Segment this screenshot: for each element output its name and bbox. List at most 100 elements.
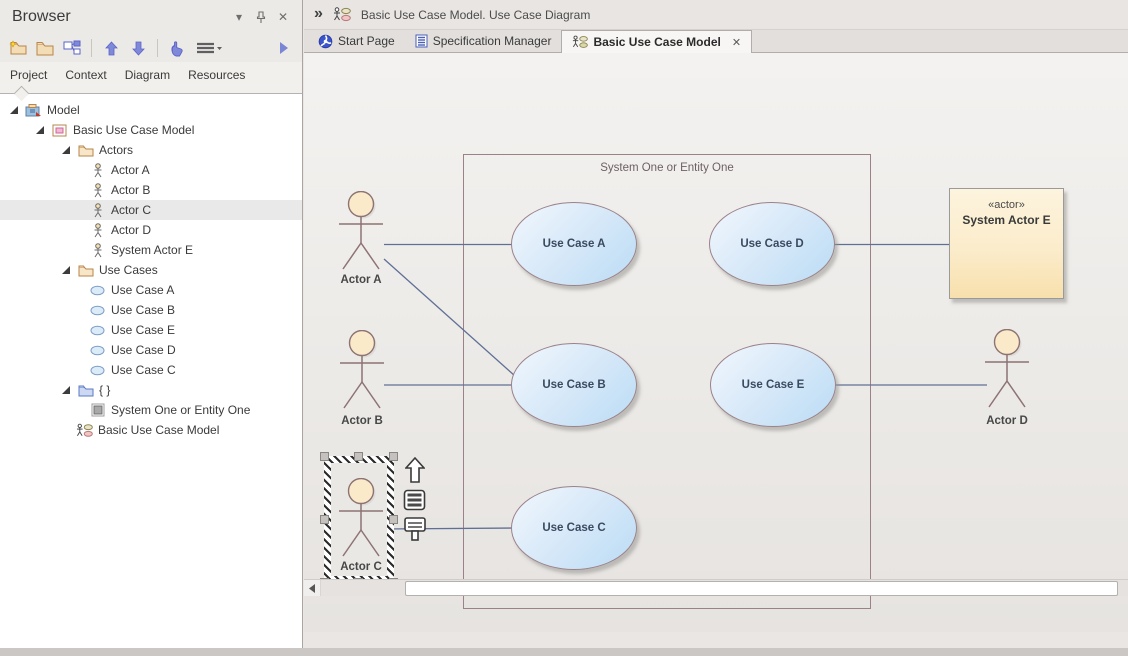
resize-handle-nw[interactable]: [320, 452, 329, 461]
tree-item-label: Basic Use Case Model: [98, 423, 219, 437]
panel-pin-icon[interactable]: [250, 7, 272, 27]
resize-handle-w[interactable]: [320, 515, 329, 524]
tree-item-label: Model: [47, 103, 80, 117]
scroll-left-button[interactable]: [304, 580, 321, 596]
doc-tab-specification-manager[interactable]: Specification Manager: [405, 30, 562, 52]
tree-item-use-case-diagram[interactable]: Basic Use Case Model: [0, 420, 302, 440]
use-case-icon: [89, 325, 106, 336]
tree-item-label: Actors: [99, 143, 133, 157]
tab-close-icon[interactable]: ✕: [732, 36, 741, 49]
new-package-button[interactable]: [33, 37, 57, 59]
actor-icon: [89, 163, 106, 178]
use-case-d-node[interactable]: Use Case D: [709, 202, 835, 286]
document-area: » Basic Use Case Model. Use Case Diagram…: [304, 0, 1128, 656]
browser-panel: Browser ▾ ✕: [0, 0, 303, 648]
scrollbar-thumb[interactable]: [405, 581, 1118, 596]
expand-triangle-icon[interactable]: [34, 126, 46, 134]
expand-triangle-icon[interactable]: [8, 106, 20, 114]
tree-item-actor-b[interactable]: Actor B: [0, 180, 302, 200]
doc-tab-start-page[interactable]: Start Page: [308, 30, 405, 52]
tree-item-use-cases-folder[interactable]: Use Cases: [0, 260, 302, 280]
tree-item-use-case-c[interactable]: Use Case C: [0, 360, 302, 380]
folder-icon: [77, 144, 94, 157]
use-case-icon: [89, 305, 106, 316]
tree-item-model[interactable]: Model: [0, 100, 302, 120]
toolbar-separator: [91, 39, 92, 57]
system-actor-e-node[interactable]: «actor» System Actor E: [949, 188, 1064, 299]
doc-tab-basic-use-case-model[interactable]: Basic Use Case Model ✕: [561, 30, 752, 53]
tree-item-braces-folder[interactable]: { }: [0, 380, 302, 400]
boundary-label: System One or Entity One: [464, 162, 870, 174]
tree-item-system-actor-e[interactable]: System Actor E: [0, 240, 302, 260]
chevron-double-icon[interactable]: »: [314, 5, 323, 23]
locate-button[interactable]: [165, 37, 189, 59]
browser-nav-tabs: Project Context Diagram Resources: [0, 62, 302, 94]
actor-b-node[interactable]: [338, 330, 386, 410]
tab-resources[interactable]: Resources: [188, 68, 245, 86]
use-case-a-node[interactable]: Use Case A: [511, 202, 637, 286]
use-case-label: Use Case C: [542, 522, 605, 534]
use-case-e-node[interactable]: Use Case E: [710, 343, 836, 427]
enterprise-architect-window: Browser ▾ ✕: [0, 0, 1128, 656]
new-diagram-button[interactable]: [60, 37, 84, 59]
tree-item-label: Use Case C: [111, 363, 176, 377]
breadcrumb-bar: » Basic Use Case Model. Use Case Diagram: [304, 0, 1128, 30]
tab-project[interactable]: Project: [10, 68, 47, 86]
tree-item-label: Actor D: [111, 223, 151, 237]
expand-right-icon[interactable]: [272, 37, 296, 59]
horizontal-scrollbar[interactable]: [304, 579, 1128, 596]
browser-panel-header: Browser ▾ ✕: [0, 0, 302, 34]
tree-item-use-case-e[interactable]: Use Case E: [0, 320, 302, 340]
expand-triangle-icon[interactable]: [60, 146, 72, 154]
tab-diagram[interactable]: Diagram: [125, 68, 170, 86]
actor-a-node[interactable]: [337, 191, 385, 271]
doc-tab-label: Start Page: [338, 34, 395, 48]
tree-item-label: Use Cases: [99, 263, 158, 277]
resize-handle-ne[interactable]: [389, 452, 398, 461]
expand-triangle-icon[interactable]: [60, 266, 72, 274]
expand-triangle-icon[interactable]: [60, 386, 72, 394]
actor-icon: [89, 203, 106, 218]
tree-item-system-one[interactable]: System One or Entity One: [0, 400, 302, 420]
stereotype-label: «actor»: [950, 199, 1063, 211]
use-case-icon: [89, 365, 106, 376]
resize-handle-e[interactable]: [389, 515, 398, 524]
use-case-c-node[interactable]: Use Case C: [511, 486, 637, 570]
diagram-canvas[interactable]: System One or Entity One Use Case A Use …: [304, 53, 1128, 632]
toolbar-separator: [157, 39, 158, 57]
tree-item-use-case-d[interactable]: Use Case D: [0, 340, 302, 360]
package-icon: [51, 124, 68, 137]
use-case-label: Use Case A: [543, 238, 606, 250]
use-case-diagram-icon: [572, 35, 588, 49]
tree-item-use-case-b[interactable]: Use Case B: [0, 300, 302, 320]
actor-d-node[interactable]: [983, 329, 1031, 409]
tree-item-actors-folder[interactable]: Actors: [0, 140, 302, 160]
actor-c-label: Actor C: [316, 561, 406, 573]
actor-c-node[interactable]: [337, 478, 385, 558]
project-tree: Model Basic Use Case Model Actors Actor …: [0, 94, 302, 648]
spec-manager-icon: [415, 34, 428, 48]
panel-dropdown-icon[interactable]: ▾: [228, 7, 250, 27]
tree-item-label: Use Case D: [111, 343, 176, 357]
tree-item-label: Basic Use Case Model: [73, 123, 194, 137]
tree-item-actor-c[interactable]: Actor C: [0, 200, 302, 220]
panel-close-icon[interactable]: ✕: [272, 7, 294, 27]
tree-item-label: Actor C: [111, 203, 151, 217]
tree-item-actor-a[interactable]: Actor A: [0, 160, 302, 180]
resize-handle-n[interactable]: [354, 452, 363, 461]
quicklink-up-arrow-icon[interactable]: [405, 457, 425, 483]
tree-item-label: Actor B: [111, 183, 150, 197]
move-down-button[interactable]: [126, 37, 150, 59]
tree-item-basic-use-case-model[interactable]: Basic Use Case Model: [0, 120, 302, 140]
move-up-button[interactable]: [99, 37, 123, 59]
quicklink-connector-icon[interactable]: [403, 516, 427, 543]
hamburger-menu-button[interactable]: [192, 37, 226, 59]
tree-item-actor-d[interactable]: Actor D: [0, 220, 302, 240]
use-case-b-node[interactable]: Use Case B: [511, 343, 637, 427]
tree-item-use-case-a[interactable]: Use Case A: [0, 280, 302, 300]
new-model-button[interactable]: [6, 37, 30, 59]
tree-item-label: Actor A: [111, 163, 150, 177]
tree-item-label: { }: [99, 383, 110, 397]
quicklink-menu-icon[interactable]: [403, 489, 426, 511]
tab-context[interactable]: Context: [65, 68, 106, 86]
